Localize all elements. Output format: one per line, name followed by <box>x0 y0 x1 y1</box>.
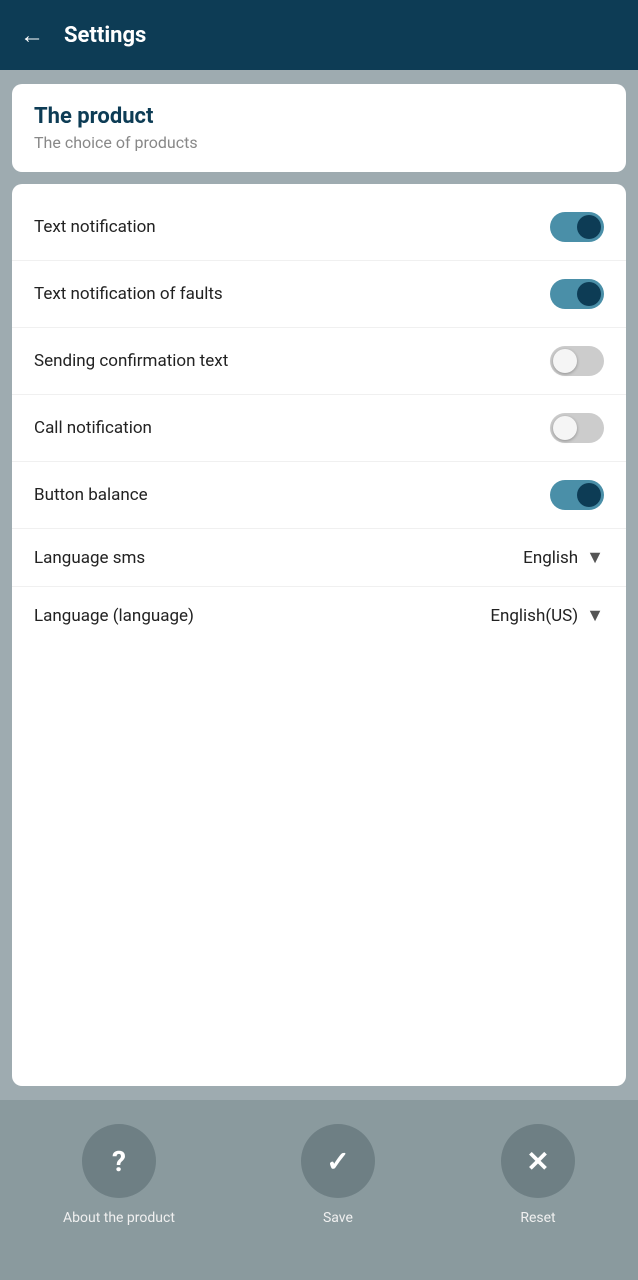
chevron-down-icon: ▼ <box>586 547 604 568</box>
bottom-btn-reset[interactable]: ✕ Reset <box>501 1124 575 1226</box>
toggle-call-notification[interactable] <box>550 413 604 443</box>
page-title: Settings <box>64 23 146 48</box>
bottom-btn-label-save: Save <box>323 1210 353 1226</box>
dropdown-value-language-language[interactable]: English(US) ▼ <box>490 605 604 626</box>
main-content: The product The choice of products Text … <box>0 70 638 1100</box>
dropdown-row-language-language[interactable]: Language (language) English(US) ▼ <box>12 587 626 644</box>
bottom-btn-save[interactable]: ✓ Save <box>301 1124 375 1226</box>
dropdown-row-language-sms[interactable]: Language sms English ▼ <box>12 529 626 587</box>
bottom-btn-about-product[interactable]: ? About the product <box>63 1124 175 1226</box>
product-title: The product <box>34 104 604 129</box>
bottom-btn-icon-reset: ✕ <box>501 1124 575 1198</box>
setting-row-call-notification: Call notification <box>12 395 626 462</box>
setting-label-text-notification: Text notification <box>34 217 156 237</box>
toggle-text-notification-faults[interactable] <box>550 279 604 309</box>
product-subtitle: The choice of products <box>34 133 604 152</box>
bottom-bar: ? About the product ✓ Save ✕ Reset <box>0 1100 638 1280</box>
setting-row-sending-confirmation-text: Sending confirmation text <box>12 328 626 395</box>
setting-label-call-notification: Call notification <box>34 418 152 438</box>
dropdown-label-language-language: Language (language) <box>34 606 194 626</box>
setting-label-text-notification-faults: Text notification of faults <box>34 284 223 304</box>
toggle-button-balance[interactable] <box>550 480 604 510</box>
setting-row-button-balance: Button balance <box>12 462 626 529</box>
settings-card: Text notification Text notification of fa… <box>12 184 626 1086</box>
back-button[interactable]: ← <box>20 21 44 50</box>
bottom-btn-icon-about-product: ? <box>82 1124 156 1198</box>
chevron-down-icon: ▼ <box>586 605 604 626</box>
toggle-text-notification[interactable] <box>550 212 604 242</box>
setting-row-text-notification-faults: Text notification of faults <box>12 261 626 328</box>
top-bar: ← Settings <box>0 0 638 70</box>
dropdown-text-language-sms: English <box>523 548 578 568</box>
product-card: The product The choice of products <box>12 84 626 172</box>
dropdown-value-language-sms[interactable]: English ▼ <box>523 547 604 568</box>
bottom-btn-label-reset: Reset <box>520 1210 555 1226</box>
toggle-sending-confirmation-text[interactable] <box>550 346 604 376</box>
bottom-btn-icon-save: ✓ <box>301 1124 375 1198</box>
bottom-btn-label-about-product: About the product <box>63 1210 175 1226</box>
dropdown-text-language-language: English(US) <box>490 606 578 626</box>
setting-label-button-balance: Button balance <box>34 485 148 505</box>
setting-row-text-notification: Text notification <box>12 194 626 261</box>
setting-label-sending-confirmation-text: Sending confirmation text <box>34 351 228 371</box>
dropdown-label-language-sms: Language sms <box>34 548 145 568</box>
